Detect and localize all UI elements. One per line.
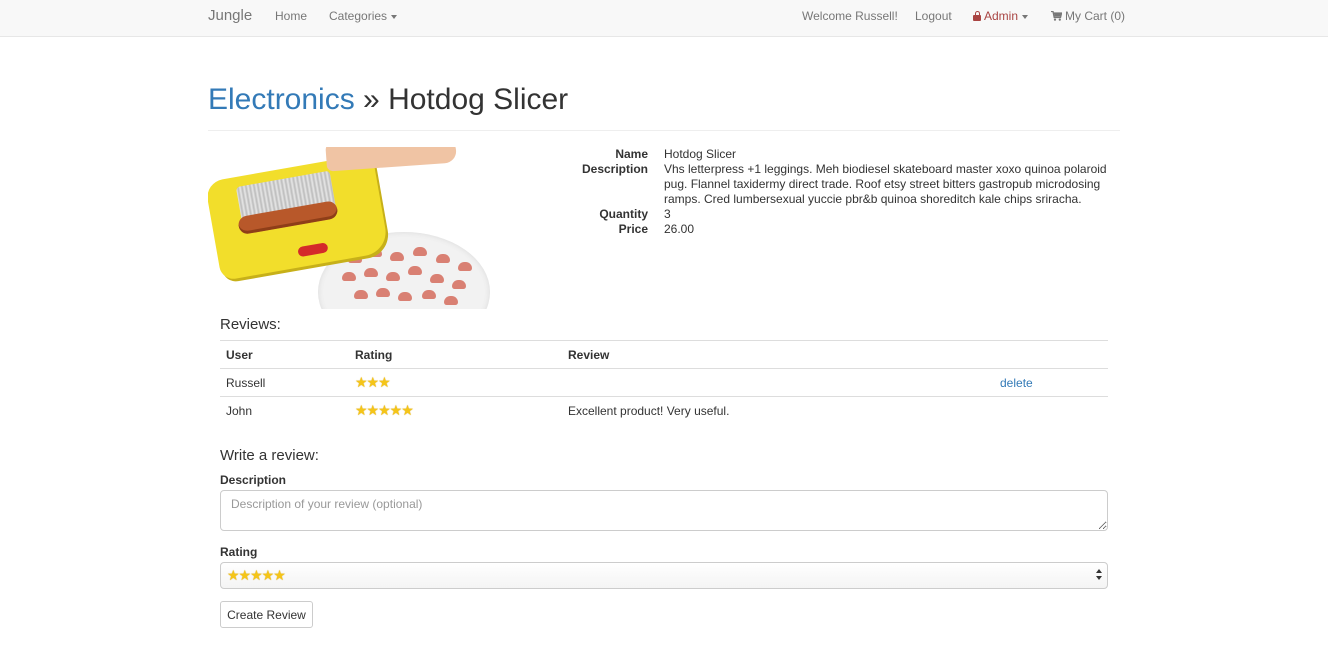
- star-rating-icon: ★★★★★: [355, 402, 414, 419]
- rating-label: Rating: [220, 545, 258, 559]
- nav-categories-label: Categories: [329, 9, 388, 23]
- nav-admin-label: Admin: [984, 9, 1019, 23]
- nav-cart-link[interactable]: My Cart (0): [1051, 0, 1125, 32]
- table-header-row: User Rating Review: [220, 340, 1108, 369]
- detail-quantity-value: 3: [664, 207, 671, 221]
- review-action-cell: [994, 397, 1108, 425]
- review-user: Russell: [220, 368, 349, 397]
- rating-selected-stars: ★★★★★: [227, 567, 286, 583]
- caret-down-icon: [1022, 14, 1029, 19]
- nav-categories-dropdown[interactable]: Categories: [329, 0, 398, 32]
- detail-description-label: Description: [581, 162, 648, 176]
- review-rating-stars: ★★★: [349, 368, 562, 397]
- detail-name-value: Hotdog Slicer: [664, 147, 737, 161]
- lock-icon: [973, 11, 981, 21]
- nav-home-link[interactable]: Home: [275, 0, 307, 32]
- star-rating-icon: ★★★: [355, 374, 391, 390]
- review-text: [562, 368, 994, 397]
- hand-illustration: [325, 147, 457, 172]
- column-header-action: [994, 340, 1108, 369]
- detail-description-value: Vhs letterpress +1 leggings. Meh biodies…: [664, 162, 1107, 206]
- create-review-button[interactable]: Create Review: [220, 601, 313, 628]
- table-row: Russell ★★★ delete: [220, 368, 1108, 397]
- detail-name-label: Name: [615, 147, 648, 161]
- column-header-rating: Rating: [349, 340, 562, 369]
- review-description-textarea[interactable]: [220, 490, 1108, 531]
- detail-price-label: Price: [618, 222, 648, 236]
- select-arrows-icon: [1096, 569, 1102, 583]
- cart-label: My Cart (0): [1065, 9, 1125, 23]
- product-image: [208, 147, 492, 309]
- write-review-heading: Write a review:: [220, 447, 319, 464]
- page-title: Electronics » Hotdog Slicer: [208, 80, 568, 120]
- reviews-table: User Rating Review Russell ★★★ delete Jo…: [220, 340, 1108, 425]
- review-action-cell: delete: [994, 368, 1108, 397]
- detail-name-row: Name Hotdog Slicer: [560, 147, 1120, 162]
- category-link[interactable]: Electronics: [208, 83, 355, 116]
- review-rating-stars: ★★★★★: [349, 397, 562, 425]
- review-user: John: [226, 403, 253, 418]
- nav-admin-dropdown[interactable]: Admin: [973, 0, 1029, 32]
- product-details: Name Hotdog Slicer Description Vhs lette…: [560, 147, 1120, 237]
- detail-quantity-label: Quantity: [599, 207, 648, 221]
- top-navbar: Jungle Home Categories Welcome Russell! …: [0, 0, 1328, 37]
- rating-select[interactable]: ★★★★★: [220, 562, 1108, 589]
- caret-down-icon: [391, 14, 398, 19]
- nav-logout-link[interactable]: Logout: [915, 0, 952, 32]
- table-row: John ★★★★★ Excellent product! Very usefu…: [220, 397, 1108, 425]
- detail-price-row: Price 26.00: [560, 222, 1120, 237]
- detail-price-value: 26.00: [664, 222, 695, 236]
- delete-review-link[interactable]: delete: [1000, 376, 1033, 390]
- description-label: Description: [220, 473, 287, 487]
- reviews-heading: Reviews:: [220, 316, 281, 333]
- column-header-review: Review: [562, 340, 994, 369]
- header-divider: [208, 130, 1120, 131]
- breadcrumb-separator: »: [354, 83, 389, 116]
- review-text: Excellent product! Very useful.: [568, 403, 730, 418]
- welcome-text: Welcome Russell!: [802, 9, 898, 23]
- detail-description-row: Description Vhs letterpress +1 leggings.…: [560, 162, 1120, 207]
- cart-icon: [1051, 11, 1062, 21]
- brand-link[interactable]: Jungle: [208, 0, 252, 32]
- product-title: Hotdog Slicer: [388, 83, 569, 116]
- detail-quantity-row: Quantity 3: [560, 207, 1120, 222]
- column-header-user: User: [220, 340, 349, 369]
